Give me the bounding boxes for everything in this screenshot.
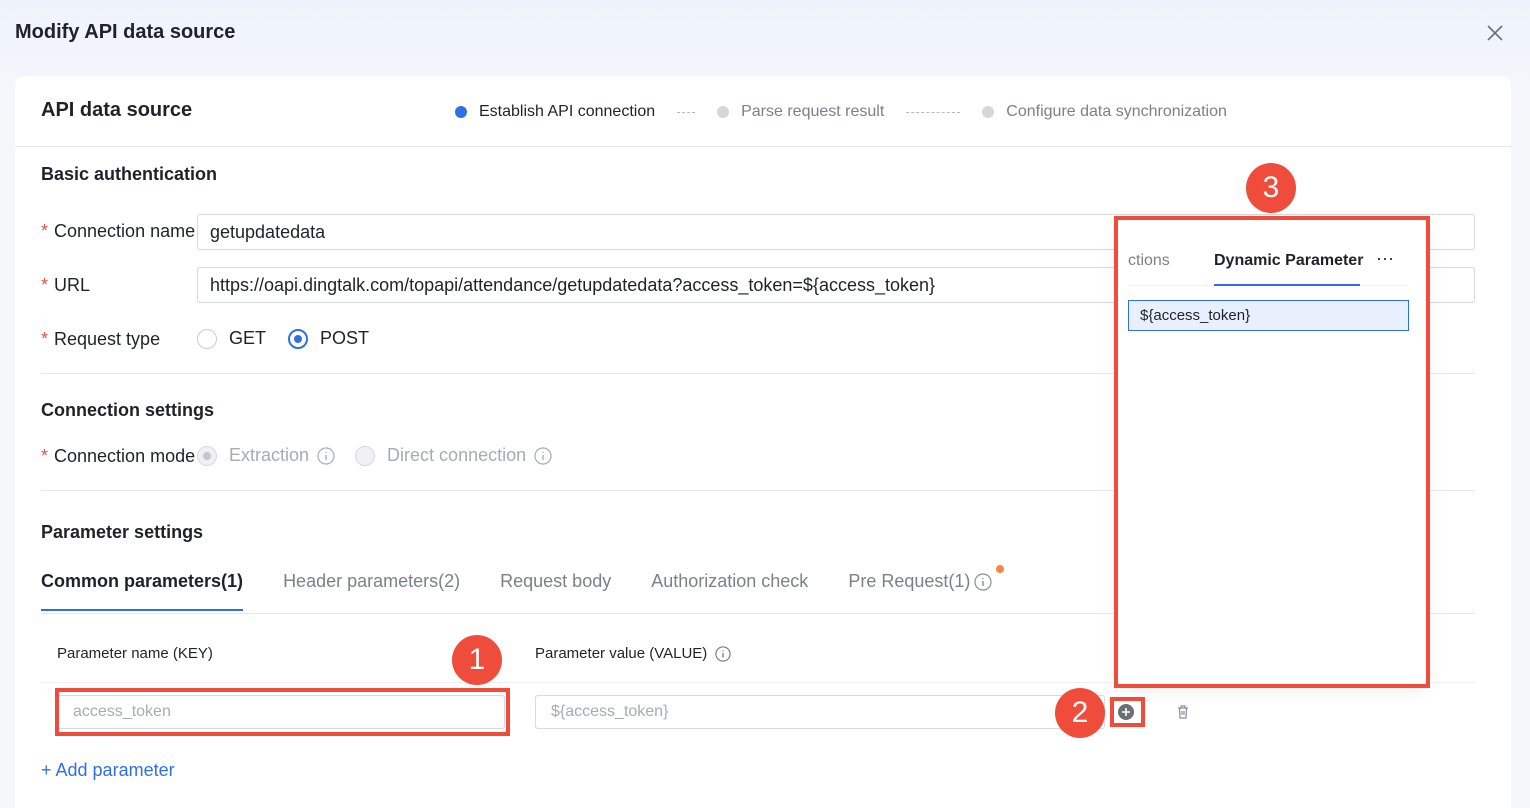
request-type-label: * Request type (41, 329, 197, 350)
notification-dot (996, 565, 1005, 573)
annotation-highlight-popup (1114, 216, 1430, 688)
radio-direct-connection[interactable] (355, 445, 376, 466)
column-header-value: Parameter value (VALUE) (535, 645, 731, 662)
annotation-highlight-key (55, 688, 510, 736)
radio-extraction-label[interactable]: Extraction (229, 445, 309, 466)
radio-post-label[interactable]: POST (320, 328, 369, 349)
request-type-radio-group: GET POST (197, 328, 391, 349)
step-label: Configure data synchronization (1006, 103, 1227, 120)
connection-name-label-text: Connection name (54, 221, 196, 241)
radio-direct-connection-label[interactable]: Direct connection (387, 445, 526, 466)
tab-authorization-check[interactable]: Authorization check (651, 571, 808, 611)
annotation-highlight-add (1110, 697, 1145, 727)
info-icon (974, 573, 992, 591)
connection-mode-label-text: Connection mode (54, 446, 196, 466)
radio-post[interactable] (288, 328, 309, 349)
tab-common-parameters[interactable]: Common parameters(1) (41, 571, 244, 611)
url-label-text: URL (54, 275, 91, 295)
tab-pre-request[interactable]: Pre Request(1) (848, 565, 1005, 611)
column-header-value-text: Parameter value (VALUE) (535, 645, 708, 662)
connection-mode-label: * Connection mode (41, 446, 197, 467)
tab-header-parameters[interactable]: Header parameters(2) (283, 571, 460, 611)
close-icon[interactable] (1484, 22, 1506, 44)
section-title-parameter-settings: Parameter settings (41, 522, 204, 542)
info-icon (317, 446, 335, 465)
connection-mode-radio-group: Extraction Direct connection (197, 445, 572, 466)
annotation-badge-3: 3 (1246, 163, 1296, 213)
stepper: Establish API connection Parse request r… (455, 101, 1227, 123)
step-connector (677, 111, 696, 113)
annotation-badge-2: 2 (1055, 688, 1105, 738)
trash-icon[interactable] (1173, 702, 1193, 722)
dialog-header: Modify API data source (0, 0, 1530, 70)
step-dot (455, 106, 467, 118)
step-label: Parse request result (741, 103, 885, 120)
info-icon (715, 645, 731, 662)
annotation-badge-1: 1 (452, 635, 502, 685)
required-mark: * (41, 329, 49, 349)
section-title-basic-auth: Basic authentication (41, 164, 218, 184)
connection-name-label: * Connection name (41, 221, 197, 242)
url-label: * URL (41, 275, 197, 296)
radio-get-label[interactable]: GET (229, 328, 266, 349)
parameter-value-input[interactable]: ${access_token} (535, 695, 1105, 729)
step-parse-result: Parse request result (717, 103, 884, 121)
card-title: API data source (41, 99, 193, 121)
required-mark: * (41, 275, 49, 295)
parameter-tabs: Common parameters(1) Header parameters(2… (41, 565, 1032, 611)
required-mark: * (41, 446, 49, 466)
header-divider (15, 146, 1511, 147)
add-parameter-link[interactable]: + Add parameter (41, 760, 175, 781)
request-type-label-text: Request type (54, 329, 161, 349)
tab-request-body[interactable]: Request body (500, 571, 611, 611)
step-label: Establish API connection (479, 103, 656, 120)
column-header-key: Parameter name (KEY) (57, 645, 213, 662)
step-configure-sync: Configure data synchronization (982, 103, 1227, 121)
step-dot (717, 106, 730, 118)
required-mark: * (41, 221, 49, 241)
radio-extraction[interactable] (197, 445, 217, 466)
section-title-connection-settings: Connection settings (41, 400, 215, 420)
info-icon (534, 446, 552, 465)
step-connector (906, 111, 961, 113)
radio-get[interactable] (197, 328, 217, 349)
step-dot (982, 106, 995, 118)
tab-pre-request-label: Pre Request(1) (848, 571, 971, 591)
dialog-title: Modify API data source (15, 21, 236, 43)
step-establish-connection: Establish API connection (455, 103, 655, 121)
